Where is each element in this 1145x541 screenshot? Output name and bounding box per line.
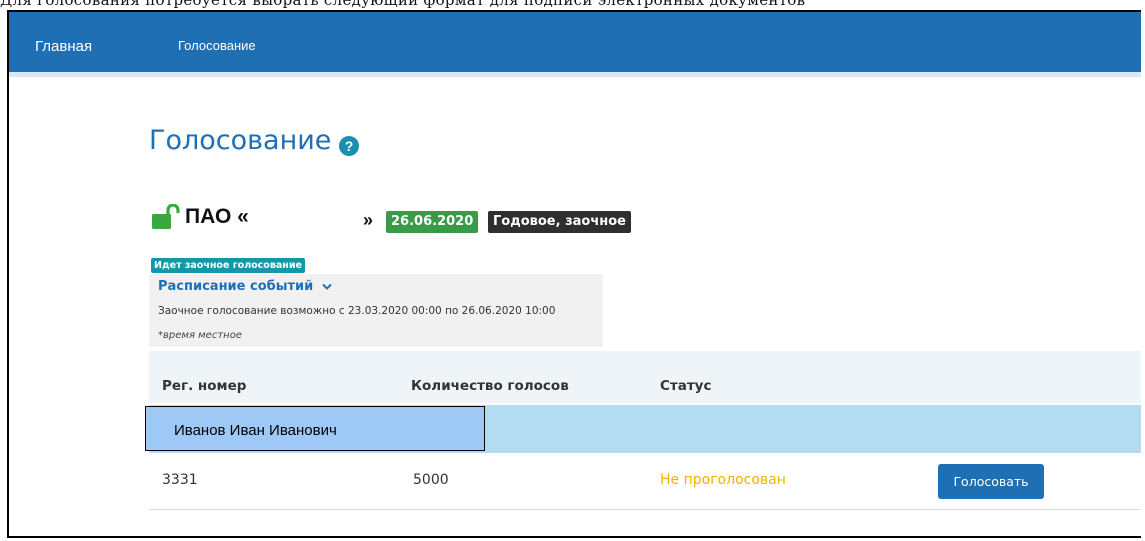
top-navbar: Главная Голосование: [9, 12, 1141, 77]
cell-votes: 5000: [413, 472, 449, 488]
voting-status-label: Идет заочное голосование: [151, 258, 305, 273]
header-reg-number: Рег. номер: [162, 378, 247, 394]
schedule-text: Заочное голосование возможно с 23.03.202…: [158, 305, 556, 317]
local-time-note: *время местное: [158, 330, 242, 341]
cell-status: Не проголосован: [660, 472, 786, 488]
company-prefix: ПАО «: [185, 205, 249, 228]
header-votes: Количество голосов: [411, 378, 569, 394]
chevron-down-icon: [322, 283, 332, 290]
unlocked-lock-icon: [152, 204, 180, 229]
company-quote-close: »: [363, 210, 374, 230]
nav-home-link[interactable]: Главная: [35, 38, 92, 55]
shareholder-name-box: Иванов Иван Иванович: [145, 406, 485, 451]
vote-button[interactable]: Голосовать: [938, 464, 1044, 499]
cell-reg-number: 3331: [162, 472, 198, 488]
meeting-type-badge: Годовое, заочное: [488, 211, 631, 233]
schedule-link-label: Расписание событий: [158, 279, 314, 294]
table-row: 3331 5000 Не проголосован Голосовать: [149, 453, 1141, 510]
schedule-panel: Расписание событий Заочное голосование в…: [149, 274, 603, 347]
document-caption: Для голосования потребуется выбрать след…: [0, 0, 806, 9]
table-header: Рег. номер Количество голосов Статус: [149, 351, 1141, 403]
question-circle-icon[interactable]: ?: [339, 136, 359, 156]
header-status: Статус: [660, 378, 712, 394]
page-title: Голосование: [149, 125, 332, 156]
browser-screenshot-frame: Главная Голосование Голосование ? ПАО « …: [7, 10, 1141, 538]
company-name: ПАО «: [185, 205, 249, 229]
nav-voting-link[interactable]: Голосование: [178, 38, 256, 53]
shareholder-name: Иванов Иван Иванович: [174, 422, 337, 439]
schedule-toggle[interactable]: Расписание событий: [158, 279, 332, 294]
meeting-date-badge: 26.06.2020: [386, 211, 479, 233]
